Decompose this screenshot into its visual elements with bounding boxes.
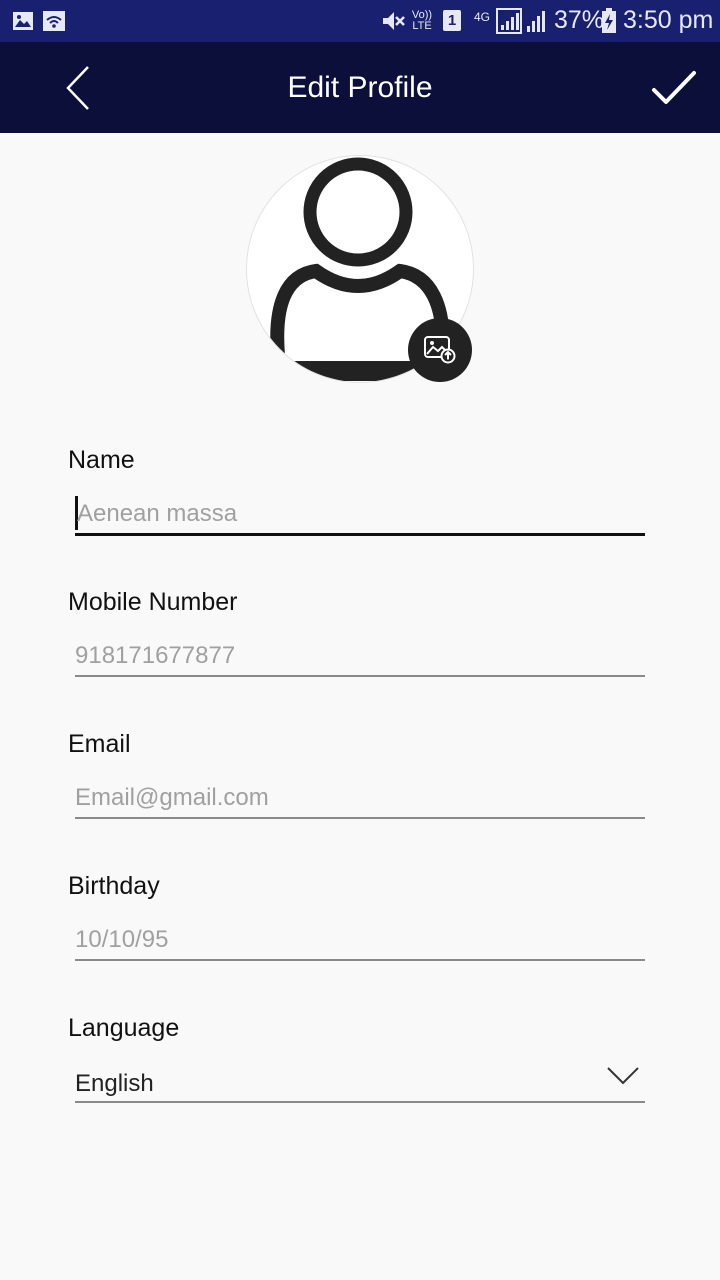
image-upload-icon <box>424 336 456 364</box>
volte-indicator: Vo)) LTE <box>411 9 433 32</box>
network-type: 4G <box>474 10 491 24</box>
name-label: Name <box>68 446 135 474</box>
birthday-label: Birthday <box>68 872 160 900</box>
sim-slot-badge: 1 <box>443 10 461 31</box>
battery-percentage: 37% <box>554 6 605 34</box>
wifi-notification-icon <box>43 11 65 31</box>
change-photo-button[interactable] <box>408 318 472 382</box>
email-underline <box>75 817 645 819</box>
mobile-underline <box>75 675 645 677</box>
mobile-field: Mobile Number <box>0 588 720 688</box>
language-label: Language <box>68 1014 180 1042</box>
language-field: Language English <box>0 1014 720 1114</box>
battery-charging-icon <box>602 8 616 33</box>
clock: 3:50 pm <box>623 6 714 34</box>
birthday-input[interactable] <box>75 916 645 964</box>
birthday-field: Birthday <box>0 872 720 972</box>
name-underline <box>75 533 645 536</box>
gallery-notification-icon <box>13 12 33 30</box>
language-underline <box>75 1101 645 1103</box>
email-input[interactable] <box>75 774 645 822</box>
language-select[interactable]: English <box>75 1070 154 1098</box>
name-input[interactable] <box>75 490 645 538</box>
mobile-input[interactable] <box>75 632 645 680</box>
chevron-down-icon[interactable] <box>606 1066 640 1086</box>
checkmark-icon <box>652 71 696 104</box>
app-bar: Edit Profile <box>0 42 720 133</box>
mute-icon <box>383 12 405 30</box>
page-title: Edit Profile <box>287 71 433 104</box>
status-bar: Vo)) LTE 1 4G 37% 3:50 pm <box>0 0 720 42</box>
signal-strength-icon <box>496 8 522 34</box>
mobile-label: Mobile Number <box>68 588 238 616</box>
save-button[interactable] <box>648 64 700 112</box>
name-field: Name <box>0 446 720 546</box>
email-label: Email <box>68 730 131 758</box>
birthday-underline <box>75 959 645 961</box>
signal-strength-2-icon <box>527 11 545 32</box>
email-field: Email <box>0 730 720 830</box>
